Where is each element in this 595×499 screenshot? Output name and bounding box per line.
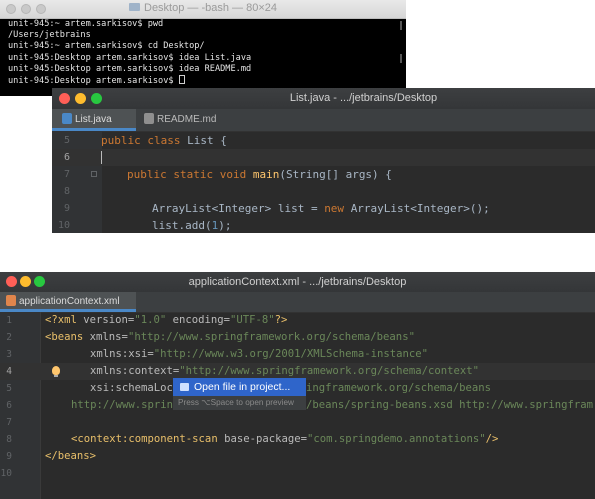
terminal-scroll-marker	[400, 21, 402, 30]
xml-file-icon	[6, 295, 16, 306]
ide-window-list-java: List.java - .../jetbrains/Desktop List.j…	[52, 88, 595, 233]
ide-titlebar: List.java - .../jetbrains/Desktop	[52, 88, 595, 109]
open-file-icon	[180, 383, 189, 391]
popup-hint: Press ⌥Space to open preview	[173, 396, 306, 410]
editor-tabs: List.java README.md	[52, 109, 595, 132]
close-button[interactable]	[59, 93, 70, 104]
markdown-file-icon	[144, 113, 154, 124]
folder-icon	[129, 3, 140, 11]
code-line: 9 ArrayList<Integer> list = new ArrayLis…	[63, 202, 490, 215]
code-line: 1 <?xml version="1.0" encoding="UTF-8"?>	[6, 314, 288, 326]
terminal-titlebar: Desktop — -bash — 80×24	[0, 0, 406, 19]
terminal-line: /Users/jetbrains	[8, 30, 91, 41]
tab-list-java[interactable]: List.java	[52, 109, 136, 131]
zoom-button[interactable]	[91, 93, 102, 104]
terminal-line: unit-945:Desktop artem.sarkisov$ idea RE…	[8, 63, 252, 74]
window-title: List.java - .../jetbrains/Desktop	[289, 92, 438, 104]
lightbulb-icon[interactable]	[52, 366, 60, 377]
terminal-cursor	[178, 75, 185, 85]
code-line: 7 public static void main(String[] args)…	[63, 168, 392, 181]
code-line: 10	[0, 468, 12, 479]
terminal-window: Desktop — -bash — 80×24 unit-945:~ artem…	[0, 0, 406, 96]
terminal-scroll-marker	[400, 54, 402, 63]
open-file-in-project-menu-item[interactable]: Open file in project...	[173, 378, 306, 396]
editor-tabs: applicationContext.xml	[0, 292, 595, 313]
window-title: applicationContext.xml - .../jetbrains/D…	[188, 276, 407, 288]
code-line: 3 xmlns:xsi="http://www.w3.org/2001/XMLS…	[6, 348, 429, 360]
code-line: 9 </beans>	[6, 450, 97, 462]
terminal-prompt-line: unit-945:Desktop artem.sarkisov$	[8, 75, 251, 87]
terminal-line: unit-945:~ artem.sarkisov$ cd Desktop/	[8, 41, 205, 52]
terminal-line: unit-945:Desktop artem.sarkisov$ idea Li…	[8, 52, 252, 63]
terminal-output[interactable]: unit-945:~ artem.sarkisov$ pwd/Users/jet…	[8, 19, 251, 87]
code-line: 8	[63, 186, 70, 197]
terminal-title: Desktop — -bash — 80×24	[144, 2, 277, 14]
code-line: 5 public class List {	[63, 134, 227, 147]
code-line: 8 <context:component-scan base-package="…	[6, 433, 499, 445]
tab-readme-md[interactable]: README.md	[136, 109, 228, 131]
code-editor[interactable]: 5 public class List { 6 7 public static …	[52, 131, 595, 233]
fold-icon[interactable]	[91, 171, 97, 177]
ide-titlebar: applicationContext.xml - .../jetbrains/D…	[0, 272, 595, 292]
code-line: 10 list.add(1);	[57, 219, 232, 232]
code-line: 2 <beans xmlns="http://www.springframewo…	[6, 331, 415, 343]
terminal-line: unit-945:~ artem.sarkisov$ pwd	[8, 19, 164, 29]
java-file-icon	[62, 113, 72, 124]
minimize-button[interactable]	[75, 93, 86, 104]
text-caret	[101, 151, 102, 164]
code-line-current: 6	[52, 149, 595, 166]
tab-application-context-xml[interactable]: applicationContext.xml	[0, 292, 136, 312]
code-line: 7	[6, 417, 12, 428]
